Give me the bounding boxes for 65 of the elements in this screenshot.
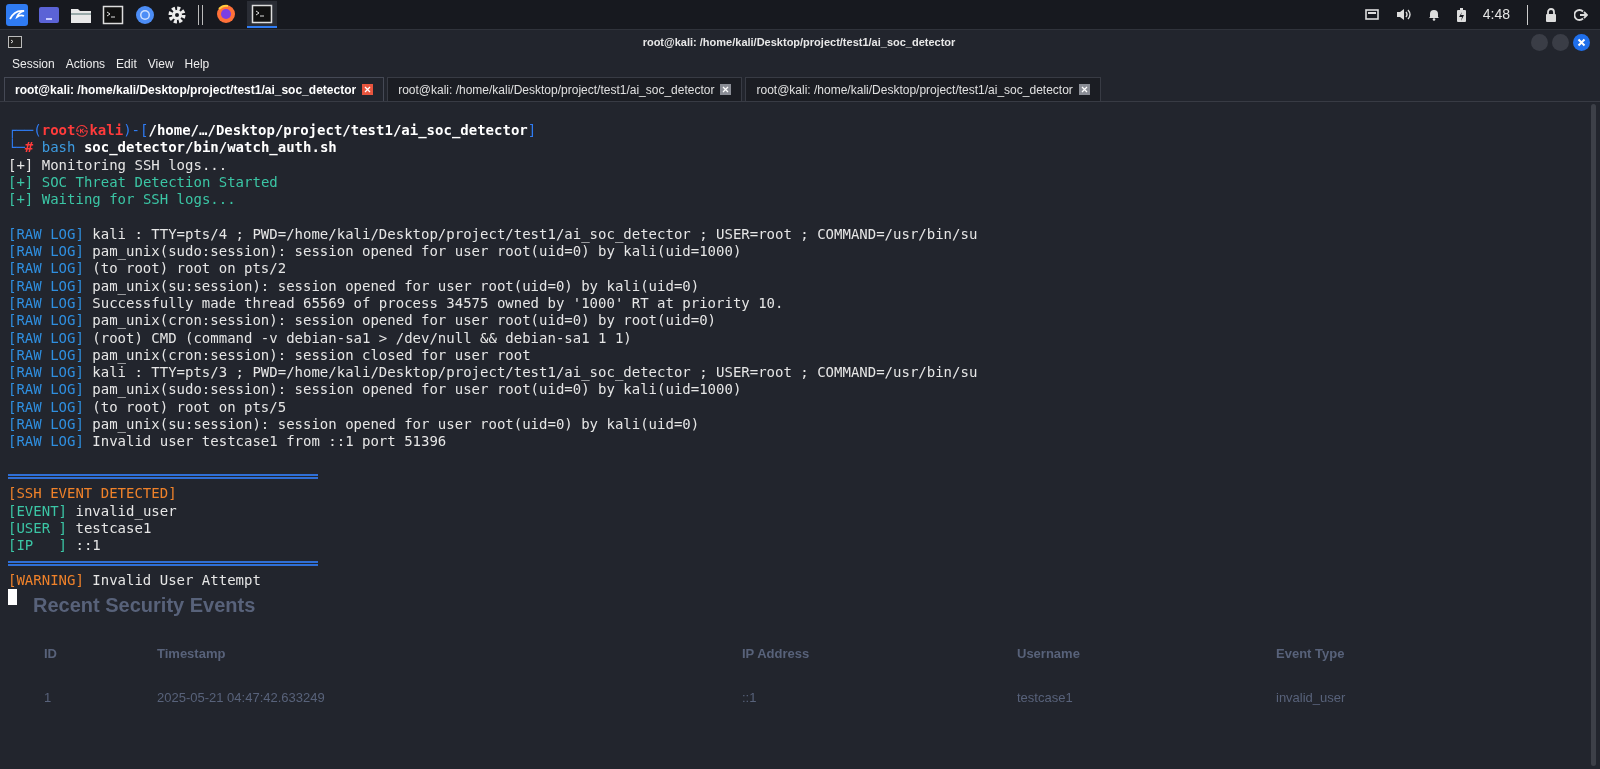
command-text: bash soc_detector/bin/watch_auth.sh [41,139,337,156]
kali-logo-icon[interactable] [6,3,28,26]
clock-time[interactable]: 4:48 [1482,4,1510,25]
speaker-icon[interactable] [1395,8,1411,21]
table-cell: 1 [44,689,52,705]
log-line: [RAW LOG] pam_unix(cron:session): session closed for user root [8,346,531,363]
column-header: ID [44,646,57,661]
terminal-icon [251,2,273,25]
close-tab-icon[interactable] [720,84,732,95]
terminal-tab[interactable]: root@kali: /home/kali/Desktop/project/test1/ai_soc_detector [745,77,1101,101]
log-line: [+] Waiting for SSH logs... [8,191,236,208]
menu-item[interactable]: Actions [65,55,106,73]
prompt-line: ┌──(root㉿kali)-[/home/…/Desktop/project/test1/ai_soc_detector] [8,122,537,138]
column-header: IP Address [742,646,810,661]
log-line: [RAW LOG] kali : TTY=pts/4 ; PWD=/home/kali/Desktop/project/test1/ai_soc_detector ; USER=root ; COMMAND=/usr/bin/su [8,225,978,242]
table-cell: testcase1 [1017,689,1073,705]
log-line: [IP ] ::1 [8,537,101,554]
menu-item[interactable]: Session [12,55,55,73]
logout-icon[interactable] [1574,7,1588,22]
terminal-tab[interactable]: root@kali: /home/kali/Desktop/project/test1/ai_soc_detector [387,77,743,101]
log-line: [RAW LOG] (to root) root on pts/2 [8,260,287,277]
scrollbar[interactable] [1591,104,1596,766]
menu-item[interactable]: Edit [116,55,137,73]
alert-heading: [SSH EVENT DETECTED] [8,485,177,502]
table-cell: 2025-05-21 04:47:42.633249 [157,689,325,705]
taskbar-button[interactable] [247,1,277,28]
log-line: [WARNING] Invalid User Attempt [8,571,261,588]
text-cursor [8,589,17,605]
prompt-corner: └─ [8,139,25,156]
window-title: root@kali: /home/kali/Desktop/project/test1/ai_soc_detector [642,34,956,50]
log-line: [RAW LOG] (to root) root on pts/5 [8,398,287,415]
log-line: [+] Monitoring SSH logs... [8,156,228,173]
close-icon[interactable] [1573,33,1590,51]
menu-item[interactable]: View [147,55,174,73]
table-cell: ::1 [742,689,757,705]
terminal-tab[interactable]: root@kali: /home/kali/Desktop/project/test1/ai_soc_detector [4,77,385,101]
log-line: [+] SOC Threat Detection Started [8,173,278,190]
column-header: Username [1017,646,1080,661]
log-line: [EVENT] invalid_user [8,502,177,519]
globe-icon[interactable] [134,3,156,26]
log-line: [RAW LOG] pam_unix(sudo:session): session opened for user root(uid=0) by kali(uid=1000) [8,381,742,398]
firefox-icon [215,2,237,25]
battery-icon[interactable] [1456,7,1466,22]
column-header: Timestamp [157,646,226,661]
menu-item[interactable]: Help [184,55,210,73]
terminal-icon[interactable] [102,3,124,26]
prompt-symbol: # [24,139,34,156]
close-tab-icon[interactable] [1078,84,1090,95]
terminal-icon [8,36,22,48]
log-line: [RAW LOG] pam_unix(sudo:session): session opened for user root(uid=0) by kali(uid=1000) [8,243,742,260]
bell-icon[interactable] [1427,8,1440,21]
log-line: [USER ] testcase1 [8,519,152,536]
display-icon[interactable] [1364,8,1379,21]
log-line: [RAW LOG] pam_unix(su:session): session opened for user root(uid=0) by kali(uid=0) [8,277,700,294]
log-line: [RAW LOG] pam_unix(cron:session): session opened for user root(uid=0) by root(uid=0) [8,312,717,329]
log-line: [RAW LOG] kali : TTY=pts/3 ; PWD=/home/kali/Desktop/project/test1/ai_soc_detector ; USER=root ; COMMAND=/usr/bin/su [8,364,978,381]
log-line: [RAW LOG] (root) CMD (command -v debian-sa1 > /dev/null && debian-sa1 1 1) [8,329,632,346]
log-line: [RAW LOG] Invalid user testcase1 from ::1 port 51396 [8,433,447,450]
table-cell: invalid_user [1276,689,1346,705]
page-heading: Recent Security Events [33,593,256,618]
close-tab-icon[interactable] [362,84,374,95]
lock-icon[interactable] [1545,7,1557,22]
column-header: Event Type [1276,646,1345,661]
log-line: [RAW LOG] pam_unix(su:session): session opened for user root(uid=0) by kali(uid=0) [8,416,700,433]
log-line: [RAW LOG] Successfully made thread 65569 of process 34575 owned by '1000' RT at priority 10. [8,294,784,311]
